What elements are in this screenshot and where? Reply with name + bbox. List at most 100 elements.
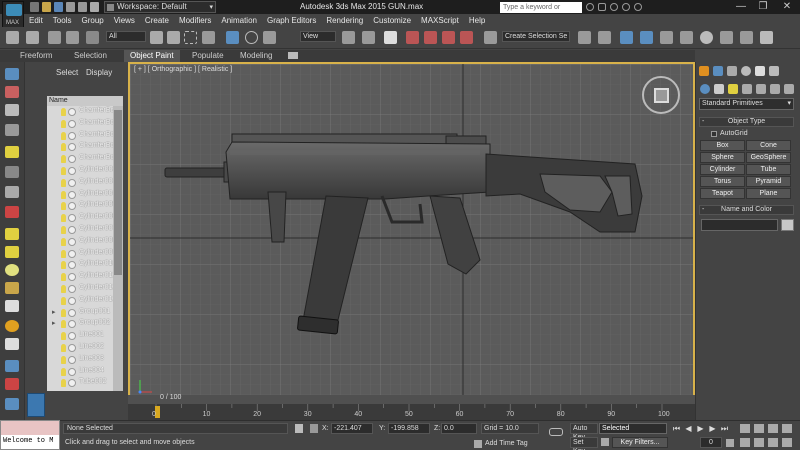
list-item[interactable]: Cylinder008 xyxy=(47,236,113,248)
maximize-button[interactable]: ❐ xyxy=(752,0,774,14)
menu-edit[interactable]: Edit xyxy=(24,14,48,27)
material-editor-icon[interactable] xyxy=(700,31,713,44)
link-icon[interactable] xyxy=(48,31,61,44)
pivot-center-icon[interactable] xyxy=(342,31,355,44)
autogrid-checkbox[interactable]: AutoGrid xyxy=(711,130,748,137)
modify-panel-icon[interactable] xyxy=(713,66,723,76)
lightbulb-icon[interactable] xyxy=(61,119,66,128)
redo-icon[interactable] xyxy=(26,31,39,44)
display-children-icon[interactable] xyxy=(5,338,19,350)
layer-explorer-icon[interactable] xyxy=(620,31,633,44)
time-configuration-icon[interactable] xyxy=(726,439,734,447)
lightbulb-icon[interactable] xyxy=(61,237,66,246)
viewport-orthographic[interactable]: [ + ] [ Orthographic ] [ Realistic ] xyxy=(128,62,695,404)
lightbulb-icon[interactable] xyxy=(61,131,66,140)
list-item[interactable]: Line003 xyxy=(47,354,113,366)
display-helpers-icon[interactable] xyxy=(5,186,19,198)
rectangular-selection-icon[interactable] xyxy=(184,31,197,44)
menu-graph-editors[interactable]: Graph Editors xyxy=(262,14,321,27)
cameras-category-icon[interactable] xyxy=(742,84,752,94)
list-item[interactable]: ▸ Group002 xyxy=(47,318,113,330)
geometry-category-icon[interactable] xyxy=(700,84,710,94)
lights-category-icon[interactable] xyxy=(728,84,738,94)
rendered-frame-window-icon[interactable] xyxy=(740,31,753,44)
save-file-icon[interactable] xyxy=(54,2,63,12)
zoom-all-icon[interactable] xyxy=(754,424,764,433)
object-name-input[interactable] xyxy=(701,219,778,231)
geosphere-button[interactable]: GeoSphere xyxy=(746,152,791,163)
lightbulb-icon[interactable] xyxy=(61,296,66,305)
viewport-canvas[interactable] xyxy=(130,64,695,404)
menu-views[interactable]: Views xyxy=(109,14,140,27)
display-space-warps-icon[interactable] xyxy=(5,206,19,218)
list-item[interactable]: Cylinder011 xyxy=(47,271,113,283)
unlink-icon[interactable] xyxy=(66,31,79,44)
reference-coordinate-dropdown[interactable]: View xyxy=(300,31,336,42)
favorites-icon[interactable] xyxy=(622,3,630,11)
set-key-button[interactable]: Set Key xyxy=(570,437,598,450)
schematic-view-icon[interactable] xyxy=(680,31,693,44)
viewcube-face-icon[interactable] xyxy=(654,88,669,103)
zoom-extents-icon[interactable] xyxy=(768,424,778,433)
tab-freeform[interactable]: Freeform xyxy=(14,50,58,62)
key-icon[interactable] xyxy=(549,428,563,436)
create-panel-icon[interactable] xyxy=(699,66,709,76)
sphere-button[interactable]: Sphere xyxy=(700,152,745,163)
key-filters-button[interactable]: Key Filters... xyxy=(612,437,668,448)
snaps-toggle-icon[interactable] xyxy=(406,31,419,44)
list-item[interactable]: Line002 xyxy=(47,342,113,354)
list-item[interactable]: Cylinder007 xyxy=(47,224,113,236)
layer-toggle-icon[interactable] xyxy=(27,393,45,417)
maxscript-listener[interactable]: Welcome to M xyxy=(0,420,60,450)
lightbulb-icon[interactable] xyxy=(61,285,66,293)
lightbulb-icon[interactable] xyxy=(61,155,66,164)
list-item[interactable]: Tube002 xyxy=(47,377,113,389)
keyboard-shortcut-override-icon[interactable] xyxy=(384,31,397,44)
cylinder-button[interactable]: Cylinder xyxy=(700,164,745,175)
lightbulb-icon[interactable] xyxy=(61,190,66,199)
display-cameras-icon[interactable] xyxy=(5,166,19,178)
pyramid-button[interactable]: Pyramid xyxy=(746,176,791,187)
shapes-category-icon[interactable] xyxy=(714,84,724,94)
list-item[interactable]: Cylinder005 xyxy=(47,200,113,212)
add-time-tag-button[interactable]: Add Time Tag xyxy=(485,440,528,447)
search-icon[interactable] xyxy=(586,3,594,11)
list-item[interactable]: ChamferBo xyxy=(47,106,113,118)
bind-space-warp-icon[interactable] xyxy=(86,31,99,44)
list-item[interactable]: Cylinder009 xyxy=(47,248,113,260)
tab-object-paint[interactable]: Object Paint xyxy=(124,50,180,62)
helpers-category-icon[interactable] xyxy=(756,84,766,94)
menu-help[interactable]: Help xyxy=(464,14,490,27)
new-file-icon[interactable] xyxy=(30,2,39,12)
menu-tools[interactable]: Tools xyxy=(48,14,77,27)
viewcube[interactable] xyxy=(642,76,680,114)
select-manipulate-icon[interactable] xyxy=(362,31,375,44)
select-and-move-icon[interactable] xyxy=(226,31,239,44)
expand-icon[interactable]: ▸ xyxy=(52,308,56,316)
display-lights-icon[interactable] xyxy=(5,146,19,158)
menu-modifiers[interactable]: Modifiers xyxy=(174,14,216,27)
lightbulb-icon[interactable] xyxy=(61,249,66,258)
lightbulb-icon[interactable] xyxy=(61,355,66,364)
orbit-icon[interactable] xyxy=(768,438,778,447)
teapot-button[interactable]: Teapot xyxy=(700,188,745,199)
display-all-icon[interactable] xyxy=(5,104,19,116)
redo-icon[interactable] xyxy=(78,2,87,12)
minimize-button[interactable]: — xyxy=(730,0,752,14)
absolute-mode-icon[interactable] xyxy=(310,424,318,433)
select-dependents-icon[interactable] xyxy=(5,398,19,410)
box-button[interactable]: Box xyxy=(700,140,745,151)
communication-icon[interactable] xyxy=(610,3,618,11)
workspace-dropdown[interactable]: Workspace: Default ▾ xyxy=(104,1,216,13)
explorer-menu-icon[interactable] xyxy=(5,68,19,80)
window-crossing-icon[interactable] xyxy=(202,31,215,44)
tab-modeling[interactable]: Modeling xyxy=(234,50,278,62)
list-item[interactable]: Line004 xyxy=(47,366,113,378)
lightbulb-icon[interactable] xyxy=(61,202,66,211)
lightbulb-icon[interactable] xyxy=(61,108,66,116)
go-to-end-icon[interactable]: ⏭ xyxy=(720,424,729,433)
select-object-icon[interactable] xyxy=(150,31,163,44)
lightbulb-icon[interactable] xyxy=(61,143,66,152)
list-item[interactable]: Cylinder003 xyxy=(47,177,113,189)
tab-populate[interactable]: Populate xyxy=(186,50,230,62)
